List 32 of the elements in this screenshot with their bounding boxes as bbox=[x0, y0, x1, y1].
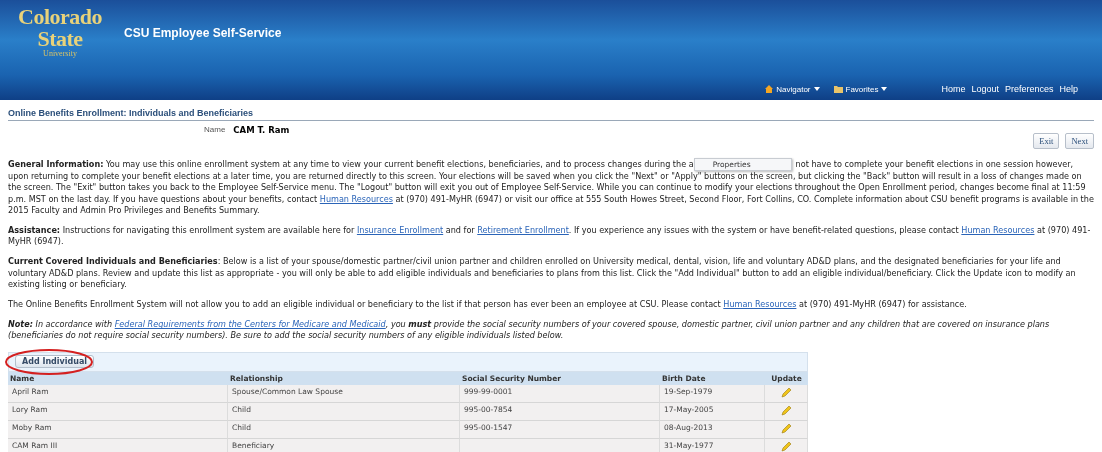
pencil-icon[interactable] bbox=[780, 405, 792, 418]
text-link[interactable]: Human Resources bbox=[319, 193, 393, 204]
text-link[interactable]: Insurance Enrollment bbox=[356, 225, 444, 235]
text-link[interactable]: Retirement Enrollment bbox=[477, 225, 569, 235]
text-link[interactable]: Human Resources bbox=[961, 225, 1035, 235]
add-individual-button[interactable]: Add Individual bbox=[15, 355, 95, 369]
info-paragraph: Note: In accordance with Federal Requirements from the Centers for Medicare and Medicaid, you must provide the social security numbers of your covered spouse, domestic partner, civil union partner and any children that are covered on insurance plans (beneficiaries do not require social security numbers). Be sure to add the social security numbers of any eligible individuals listed below. bbox=[8, 319, 1051, 342]
pencil-icon[interactable] bbox=[780, 387, 792, 400]
action-button[interactable]: Exit bbox=[1033, 133, 1060, 149]
header-link[interactable]: Logout bbox=[971, 84, 999, 94]
caret-icon bbox=[881, 87, 888, 91]
text-link[interactable]: Human Resources bbox=[723, 299, 797, 310]
caret-icon bbox=[813, 87, 820, 91]
logo: Colorado State University bbox=[18, 6, 102, 58]
folder-icon bbox=[833, 85, 843, 93]
name-value: CAM T. Ram bbox=[233, 125, 290, 135]
pencil-icon[interactable] bbox=[780, 423, 792, 436]
app-title: CSU Employee Self-Service bbox=[124, 26, 282, 40]
nav-menu[interactable]: Favorites bbox=[833, 84, 888, 94]
info-paragraph: Assistance: Instructions for navigating this enrollment system are available here for Insurance Enrollment and for Retirement Enrollment. If you experience any issues with the system or have benefit-related questions, please contact Human Resources at (970) 491-MyHR (6947). bbox=[8, 225, 1092, 248]
nav-menu[interactable]: Navigator bbox=[765, 84, 820, 94]
page-title: Online Benefits Enrollment: Individuals and Beneficiaries bbox=[8, 100, 1094, 121]
action-button[interactable]: Next bbox=[1065, 133, 1094, 149]
info-paragraph: Current Covered Individuals and Beneficiaries: Below is a list of your spouse/domestic partner/civil union partner and children enrolled on University medical, dental, vision, life and voluntary AD&D plans, and the designated beneficiaries for your life and voluntary AD&D plans. Review and update this list as appropriate - you will only be able to add eligible individuals and beneficiaries to plans from this list. Click the "Add Individual" button to add an eligible individual/beneficiary. Click the Update icon to modify an existing listing or beneficiary. bbox=[8, 256, 1077, 291]
name-label: Name bbox=[204, 125, 226, 134]
pencil-icon[interactable] bbox=[780, 441, 792, 452]
header-link[interactable]: Home bbox=[941, 84, 966, 94]
header-link[interactable]: Preferences bbox=[1004, 84, 1054, 94]
info-paragraph: The Online Benefits Enrollment System will not allow you to add an eligible individual or beneficiary to the list if that person has ever been an employee at CSU. Please contact Human Resources at (970) 491-MyHR (6947) for assistance. bbox=[8, 299, 968, 311]
header-link[interactable]: Help bbox=[1059, 84, 1078, 94]
house-icon bbox=[765, 85, 774, 93]
text-link[interactable]: Federal Requirements from the Centers for Medicare and Medicaid bbox=[114, 319, 386, 330]
